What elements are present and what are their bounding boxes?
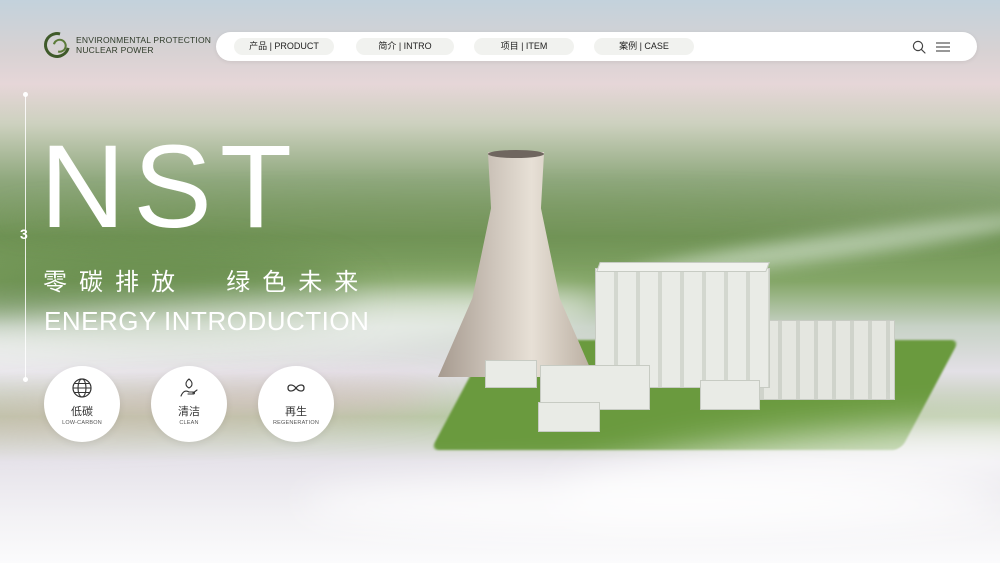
hand-leaf-icon [180,378,198,397]
feature-label-zh: 低碳 [71,405,93,418]
nav-item-product[interactable]: 产品 | PRODUCT [234,38,334,55]
feature-low-carbon[interactable]: 低碳 LOW-CARBON [44,366,120,442]
search-icon[interactable] [911,39,927,55]
brand-logo[interactable]: ENVIRONMENTAL PROTECTION NUCLEAR POWER [39,27,211,63]
hamburger-menu-icon[interactable] [935,39,951,55]
nav-item-intro[interactable]: 简介 | INTRO [356,38,454,55]
brand-name: ENVIRONMENTAL PROTECTION NUCLEAR POWER [76,35,211,55]
hero-title: NST [40,121,300,253]
cooling-tower [438,152,594,377]
feature-label-zh: 再生 [285,405,307,418]
feature-label-en: REGENERATION [273,420,319,426]
logo-icon [39,27,75,63]
slide-number: 3 [20,226,28,242]
brand-line-1: ENVIRONMENTAL PROTECTION [76,35,212,45]
nav-item-case[interactable]: 案例 | CASE [594,38,694,55]
hero-subtitle: 零碳排放 绿色未来 [43,268,371,296]
nuclear-plant-illustration [420,140,980,470]
globe-icon [72,378,92,398]
feature-label-zh: 清洁 [178,405,200,418]
feature-label-en: CLEAN [179,420,199,426]
brand-line-2: NUCLEAR POWER [76,45,154,55]
feature-regeneration[interactable]: 再生 REGENERATION [258,366,334,442]
hero-english-title: ENERGY INTRODUCTION [44,306,370,336]
feature-clean[interactable]: 清洁 CLEAN [151,366,227,442]
feature-label-en: LOW-CARBON [62,420,102,426]
nav-item-item[interactable]: 项目 | ITEM [474,38,574,55]
infinity-icon [287,384,305,392]
top-navigation-bar: 产品 | PRODUCT 简介 | INTRO 项目 | ITEM 案例 | C… [216,32,977,61]
